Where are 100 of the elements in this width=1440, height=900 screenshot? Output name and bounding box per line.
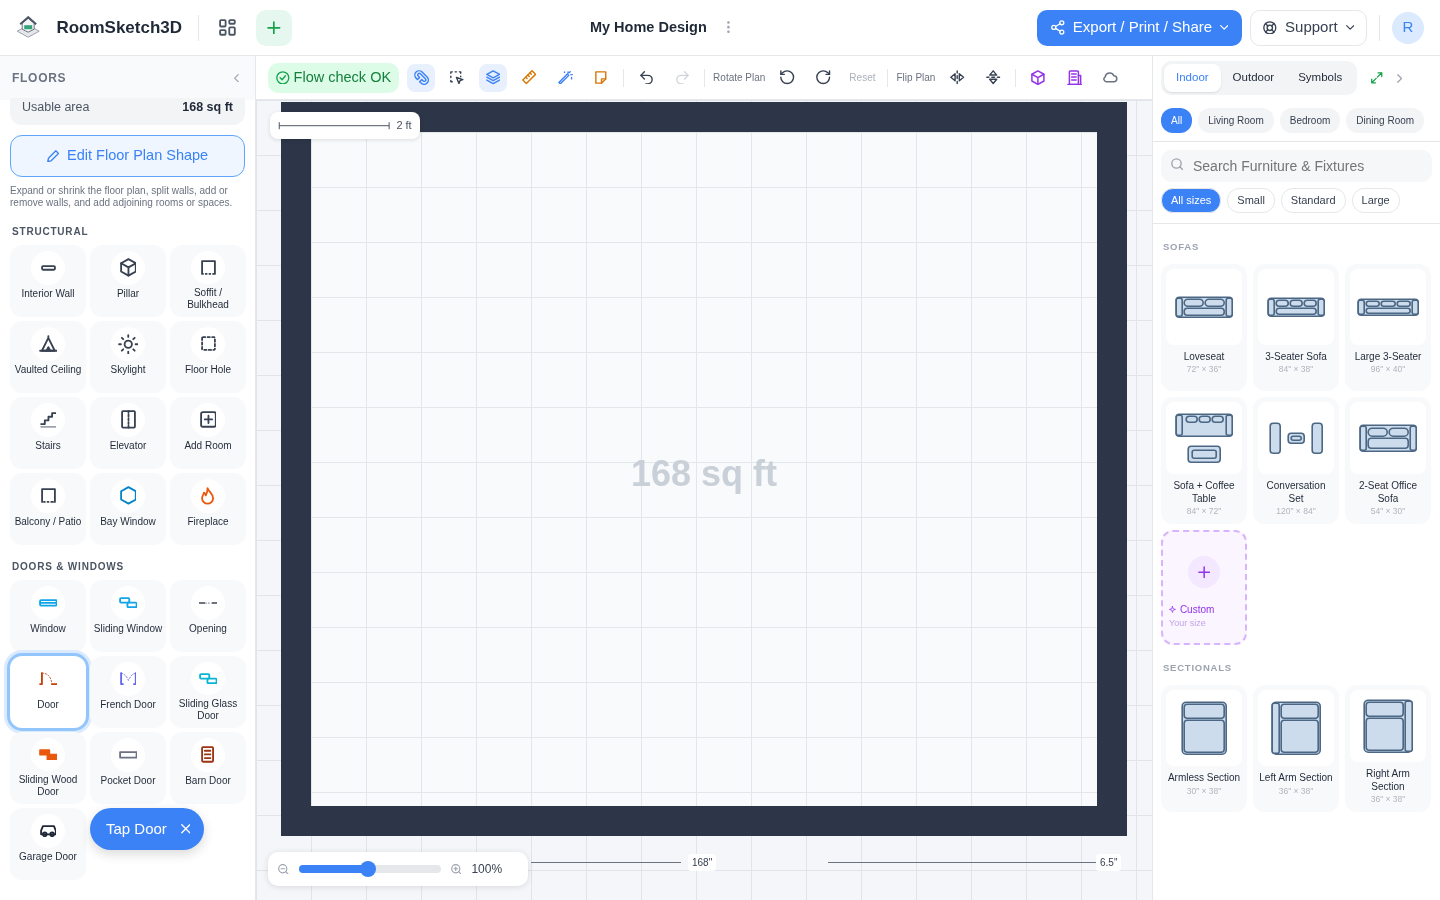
dimension-label: 168" (688, 854, 717, 871)
item-size: 36" × 38" (1278, 784, 1314, 798)
square-plus-icon (199, 411, 217, 429)
item-name: Armless Section (1167, 772, 1241, 785)
room-floor-plan[interactable] (281, 102, 1127, 836)
sofa-drawing (1174, 412, 1234, 464)
tool-tile[interactable]: Elevator (90, 396, 166, 469)
export-button[interactable]: Export / Print / Share (1037, 9, 1243, 46)
room-filter-chip[interactable]: Bedroom (1279, 108, 1341, 133)
zoom-in-button[interactable] (450, 863, 462, 875)
sofa-drawing (1362, 698, 1414, 754)
tool-tile[interactable]: Stairs (10, 396, 86, 469)
furniture-card[interactable]: 2-Seat Office Sofa 54" × 30" (1345, 396, 1431, 524)
item-name: 2-Seat Office Sofa (1357, 480, 1419, 505)
zoom-out-button[interactable] (278, 863, 289, 875)
section-title: STRUCTURAL (12, 224, 90, 239)
size-filter-chip[interactable]: Large (1351, 188, 1400, 213)
balcony-icon (40, 488, 56, 504)
zoom-in-icon (450, 863, 462, 875)
item-name: 3-Seater Sofa (1265, 350, 1327, 364)
support-button[interactable]: Support (1250, 9, 1367, 46)
sliding-door-icon (198, 672, 218, 684)
tool-tile[interactable]: Skylight (90, 320, 166, 393)
tool-tile[interactable]: Add Room (170, 396, 246, 469)
layers-button[interactable] (479, 63, 508, 92)
furniture-card[interactable]: Sofa + Coffee Table 84" × 72" (1161, 396, 1247, 524)
note-icon (595, 71, 607, 84)
caret-icon (1220, 25, 1229, 30)
room-filter-chip[interactable]: All (1161, 108, 1193, 133)
furniture-card[interactable]: Conversation Set 120" × 84" (1253, 396, 1339, 524)
flip-horizontal-icon (950, 70, 965, 85)
french-door-icon (119, 672, 137, 686)
item-size: 96" × 40" (1370, 363, 1406, 376)
wand-icon (557, 70, 573, 85)
chevron-left-icon (234, 73, 239, 83)
tool-tile[interactable]: Window (10, 579, 86, 652)
tool-tile[interactable]: Bay Window (90, 472, 166, 545)
size-filter-chip[interactable]: Standard (1280, 188, 1346, 213)
size-filter-chip[interactable]: All sizes (1161, 188, 1222, 213)
sliding-window-icon (118, 597, 138, 609)
app-name: RoomSketch3D (56, 16, 183, 39)
tool-tile[interactable]: Balcony / Patio (10, 472, 86, 545)
add-button[interactable] (255, 9, 292, 46)
tool-tile[interactable]: Garage Door (10, 807, 86, 880)
tool-tile[interactable]: French Door (90, 655, 166, 728)
tool-tile[interactable]: Vaulted Ceiling (10, 320, 86, 393)
tool-tile[interactable]: Floor Hole (170, 320, 246, 393)
tool-tile[interactable]: Sliding Glass Door (170, 655, 246, 728)
sparkle-icon (1169, 605, 1176, 613)
custom-size-card[interactable]: Custom Your size (1161, 529, 1247, 645)
tool-tile[interactable]: Sliding Wood Door (10, 731, 86, 804)
tool-tile[interactable]: Sliding Window (90, 579, 166, 652)
tool-tile[interactable]: Pillar (90, 244, 166, 317)
hint-toast[interactable]: Tap Door (90, 808, 205, 850)
zoom-out-icon (278, 863, 289, 875)
slider-thumb[interactable] (360, 861, 377, 877)
layers-icon (485, 70, 501, 85)
flip-label: Flip Plan (896, 71, 936, 85)
item-name: Large 3-Seater (1354, 350, 1422, 364)
size-filter-chip[interactable]: Small (1227, 188, 1275, 213)
chevron-right-icon (1396, 73, 1403, 83)
expand-icon (1371, 72, 1383, 84)
furniture-card[interactable]: Large 3-Seater 96" × 40" (1345, 263, 1431, 391)
door-icon (38, 672, 58, 686)
sofa-drawing (1270, 700, 1322, 756)
furniture-card[interactable]: 3-Seater Sofa 84" × 38" (1253, 263, 1339, 391)
furniture-card[interactable]: Right Arm Section 36" × 38" (1345, 685, 1431, 812)
furniture-card[interactable]: Left Arm Section 36" × 38" (1253, 685, 1339, 812)
tool-tile[interactable]: Opening (170, 579, 246, 652)
room-filter-chip[interactable]: Living Room (1198, 108, 1274, 133)
plus-icon (1197, 565, 1211, 578)
flow-check-button[interactable]: Flow check OK (268, 62, 400, 93)
tool-tile[interactable]: Fireplace (170, 472, 246, 545)
item-name: Right Arm Section (1365, 768, 1411, 794)
sliding-door-icon (38, 748, 58, 760)
item-size: 30" × 38" (1186, 784, 1222, 798)
caret-icon (1345, 25, 1354, 30)
building-icon (1066, 69, 1083, 86)
library-tab[interactable]: Symbols (1286, 64, 1355, 92)
custom-label: Custom (1179, 602, 1215, 617)
sofa-drawing (1358, 423, 1418, 453)
snap-button[interactable] (407, 63, 436, 92)
tool-tile[interactable]: Interior Wall (10, 244, 86, 317)
search-field[interactable]: Search Furniture & Fixtures (1161, 150, 1432, 182)
tool-tile[interactable]: Barn Door (170, 731, 246, 804)
dimension-label: 6.5" (1096, 854, 1122, 871)
furniture-card[interactable]: Loveseat 72" × 36" (1161, 263, 1247, 391)
furniture-card[interactable]: Armless Section 30" × 38" (1161, 685, 1247, 812)
grid-icon (219, 19, 236, 36)
tool-tile[interactable]: Soffit / Bulkhead (170, 244, 246, 317)
section-title: SECTIONALS (1163, 660, 1233, 675)
item-size: 84" × 72" (1186, 505, 1222, 518)
check-circle-icon (276, 70, 290, 85)
library-tab[interactable]: Outdoor (1220, 64, 1287, 92)
item-name: Conversation Set (1265, 480, 1327, 505)
library-tab[interactable]: Indoor (1164, 64, 1221, 92)
stairs-icon (39, 411, 57, 428)
tool-tile[interactable]: Pocket Door (90, 731, 166, 804)
room-filter-chip[interactable]: Dining Room (1346, 108, 1425, 133)
share-icon (1051, 20, 1065, 35)
